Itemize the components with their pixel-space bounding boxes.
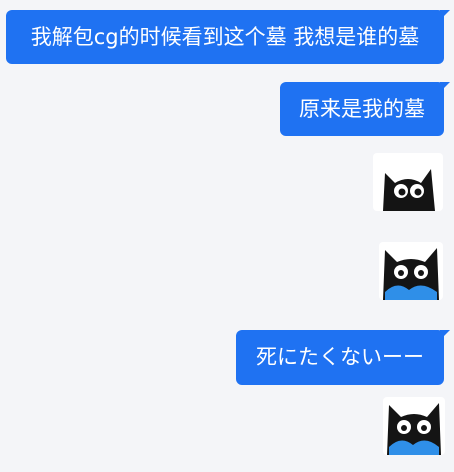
crying-black-cat-sticker-icon[interactable] xyxy=(383,397,445,455)
message-bubble[interactable]: 死にたくないーー xyxy=(236,330,450,385)
message-text: 我解包cg的时候看到这个墓 我想是谁的墓 xyxy=(30,24,420,49)
message-bubble[interactable]: 我解包cg的时候看到这个墓 我想是谁的墓 xyxy=(6,10,450,64)
message-text: 死にたくないーー xyxy=(256,345,424,369)
crying-black-cat-sticker-icon[interactable] xyxy=(379,242,443,300)
black-cat-sticker-icon[interactable] xyxy=(373,153,443,211)
message-bubble[interactable]: 原来是我的墓 xyxy=(280,82,450,136)
message-text: 原来是我的墓 xyxy=(299,96,425,121)
